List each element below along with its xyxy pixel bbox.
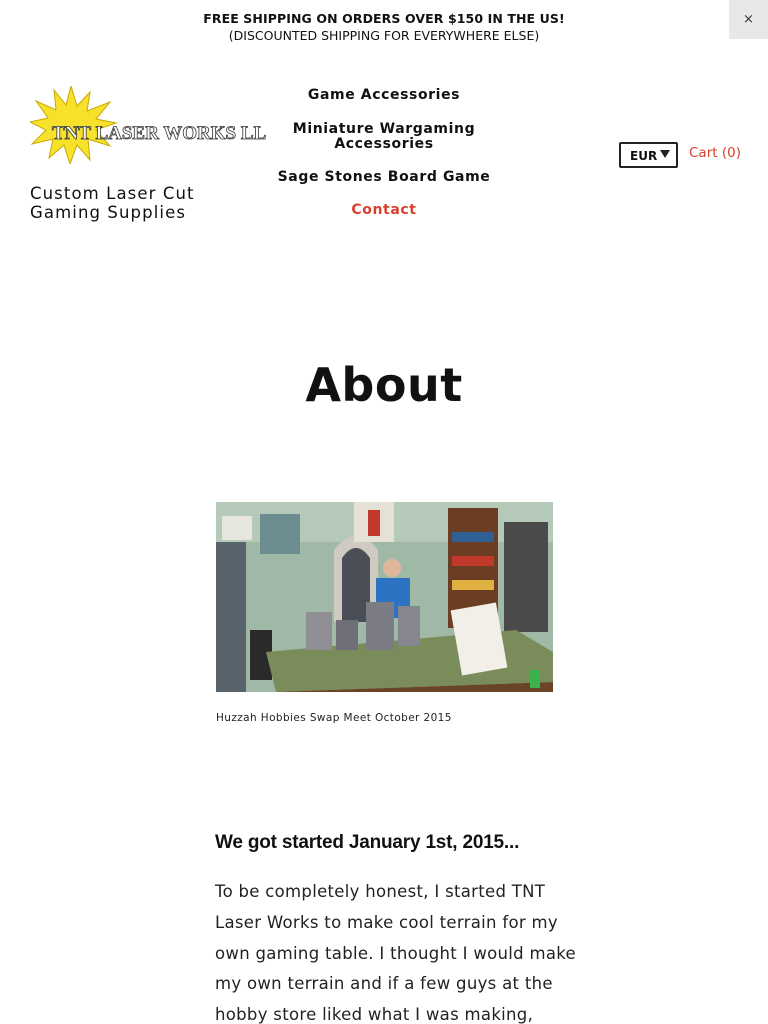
announcement-line-2: (DISCOUNTED SHIPPING FOR EVERYWHERE ELSE… <box>228 28 540 43</box>
nav-item-label-line-2: Accessories <box>334 136 434 152</box>
announcement-bar: FREE SHIPPING ON ORDERS OVER $150 IN THE… <box>0 0 768 50</box>
body-line: my own terrain and if a few guys at the <box>215 974 553 994</box>
logo[interactable]: TNT LASER WORKS LLC <box>28 84 280 166</box>
currency-value: EUR <box>630 149 658 163</box>
body-line: To be completely honest, I started TNT <box>215 882 546 901</box>
page-title: About <box>305 358 463 412</box>
store-photo <box>216 502 553 692</box>
body-line: hobby store liked what I was making, <box>215 1005 534 1024</box>
announcement-line-1: FREE SHIPPING ON ORDERS OVER $150 IN THE… <box>203 11 565 26</box>
cart-label: Cart <box>689 145 718 161</box>
close-announcement-button[interactable]: × <box>729 0 768 39</box>
nav-item-miniature-wargaming-accessories[interactable]: Miniature Wargaming Accessories <box>274 122 494 152</box>
nav-item-game-accessories[interactable]: Game Accessories <box>274 88 494 103</box>
cart-link[interactable]: Cart (0) <box>689 145 741 161</box>
logo-text: TNT LASER WORKS LLC <box>52 123 266 144</box>
photo-illustration <box>216 502 553 692</box>
tagline-line-1: Custom Laser Cut <box>30 184 195 203</box>
body-line: Laser Works to make cool terrain for my <box>215 912 558 932</box>
currency-select[interactable]: EUR <box>619 142 678 168</box>
site-tagline: Custom Laser Cut Gaming Supplies <box>30 184 250 222</box>
section-subheading: We got started January 1st, 2015... <box>215 832 520 853</box>
logo-graphic: TNT LASER WORKS LLC <box>28 84 280 166</box>
tagline-line-2: Gaming Supplies <box>30 203 187 222</box>
body-line: own gaming table. I thought I would make <box>215 943 576 963</box>
body-paragraph: To be completely honest, I started TNT L… <box>215 877 576 1024</box>
nav-item-sage-stones-board-game[interactable]: Sage Stones Board Game <box>274 170 494 185</box>
nav-item-label-line-1: Miniature Wargaming <box>292 121 476 137</box>
nav-item-contact[interactable]: Contact <box>274 203 494 218</box>
chevron-down-icon <box>660 150 670 158</box>
image-caption: Huzzah Hobbies Swap Meet October 2015 <box>216 712 452 724</box>
cart-count: (0) <box>721 145 741 161</box>
